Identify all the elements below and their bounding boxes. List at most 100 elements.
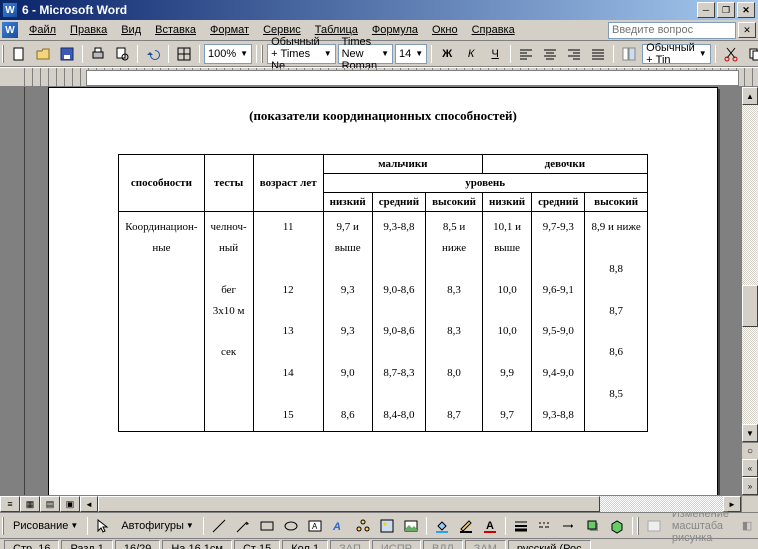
vscroll-track[interactable] (742, 105, 758, 424)
copy-button[interactable] (744, 43, 758, 65)
menu-bar: W Файл Правка Вид Вставка Формат Сервис … (0, 20, 758, 41)
menu-file[interactable]: Файл (22, 22, 63, 38)
align-left-button[interactable] (515, 43, 537, 65)
wordart-button[interactable]: A (328, 515, 350, 537)
status-rec[interactable]: ЗАП (330, 540, 370, 549)
zoom-value: 100% (208, 48, 236, 60)
maximize-button[interactable]: ❐ (717, 2, 735, 18)
style-value: Обычный + Times Ne (271, 36, 320, 72)
cell-age: 11 12 13 14 15 (253, 212, 323, 432)
menu-view[interactable]: Вид (114, 22, 148, 38)
horizontal-ruler[interactable] (0, 67, 758, 87)
hscroll-thumb[interactable] (98, 496, 600, 512)
table-row: Координацион- ные челноч- ный бег 3х10 м… (119, 212, 647, 432)
th-girls: девочки (483, 155, 648, 174)
prev-page-button[interactable]: « (742, 459, 758, 477)
open-button[interactable] (32, 43, 54, 65)
underline-button[interactable]: Ч (484, 43, 506, 65)
align-right-button[interactable] (563, 43, 585, 65)
scroll-down-button[interactable]: ▼ (742, 424, 758, 442)
draw-menu-button[interactable]: Рисование▼ (8, 517, 83, 535)
vertical-ruler[interactable] (0, 87, 25, 495)
pic-tool-1[interactable]: ◧ (736, 515, 758, 537)
web-view-button[interactable]: ▦ (20, 496, 40, 512)
normal-view-button[interactable]: ≡ (0, 496, 20, 512)
textbox-button[interactable]: A (304, 515, 326, 537)
status-ovr[interactable]: ЗАМ (465, 540, 506, 549)
hscroll-track[interactable] (98, 496, 723, 512)
print-preview-button[interactable] (111, 43, 133, 65)
font-value: Times New Roman (342, 36, 377, 72)
status-ext[interactable]: ВДЛ (423, 540, 463, 549)
th-level: уровень (323, 174, 647, 193)
horizontal-scrollbar[interactable]: ≡ ▦ ▤ ▣ ◄ ► (0, 495, 758, 513)
print-button[interactable] (87, 43, 109, 65)
dash-style-button[interactable] (534, 515, 556, 537)
font-size-combo[interactable]: 14 ▼ (395, 44, 427, 64)
font-combo[interactable]: Times New Roman ▼ (338, 44, 393, 64)
font-color-button[interactable]: A (479, 515, 501, 537)
oval-button[interactable] (280, 515, 302, 537)
fill-color-button[interactable] (431, 515, 453, 537)
outline-view-button[interactable]: ▣ (60, 496, 80, 512)
menu-format[interactable]: Формат (203, 22, 256, 38)
line-button[interactable] (208, 515, 230, 537)
drawbar-grip[interactable] (2, 517, 4, 535)
scroll-up-button[interactable]: ▲ (742, 87, 758, 105)
svg-text:A: A (486, 520, 494, 532)
print-layout-view-button[interactable]: ▤ (40, 496, 60, 512)
status-line: Ст 15 (234, 540, 280, 549)
rectangle-button[interactable] (256, 515, 278, 537)
menu-edit[interactable]: Правка (63, 22, 114, 38)
select-objects-button[interactable] (92, 515, 114, 537)
browse-object-button[interactable]: ○ (742, 442, 758, 459)
shadow-button[interactable] (582, 515, 604, 537)
doc-close-button[interactable]: ✕ (738, 22, 756, 38)
minimize-button[interactable]: ─ (697, 2, 715, 18)
cut-button[interactable] (720, 43, 742, 65)
status-pages: 16/29 (115, 540, 161, 549)
zoom-combo[interactable]: 100% ▼ (204, 44, 252, 64)
style2-combo[interactable]: Обычный + Tin ▼ (642, 44, 711, 64)
standard-toolbar: 100% ▼ Обычный + Times Ne ▼ Times New Ro… (0, 41, 758, 67)
line-color-button[interactable] (455, 515, 477, 537)
page[interactable]: (показатели координационных способностей… (48, 87, 718, 495)
cell-test: челноч- ный бег 3х10 м сек (204, 212, 253, 432)
clipart-button[interactable] (376, 515, 398, 537)
document-viewport[interactable]: (показатели координационных способностей… (25, 87, 741, 495)
vertical-scrollbar[interactable]: ▲ ▼ ○ « » (741, 87, 758, 495)
line-style-button[interactable] (510, 515, 532, 537)
autoshapes-button[interactable]: Автофигуры▼ (116, 517, 199, 535)
status-page: Стр. 16 (4, 540, 59, 549)
menu-window[interactable]: Окно (425, 22, 465, 38)
vscroll-thumb[interactable] (742, 285, 758, 327)
undo-button[interactable] (142, 43, 164, 65)
toolbar-grip-2[interactable] (261, 45, 263, 63)
scroll-left-button[interactable]: ◄ (80, 496, 98, 512)
save-button[interactable] (56, 43, 78, 65)
align-justify-button[interactable] (587, 43, 609, 65)
picturebar-grip[interactable] (637, 517, 639, 535)
ask-question-input[interactable] (608, 22, 736, 39)
toolbar-grip[interactable] (2, 45, 4, 63)
next-page-button[interactable]: » (742, 477, 758, 495)
close-button[interactable]: ✕ (737, 2, 755, 18)
menu-help[interactable]: Справка (465, 22, 522, 38)
tables-borders-button[interactable] (173, 43, 195, 65)
insert-picture-button[interactable] (400, 515, 422, 537)
align-center-button[interactable] (539, 43, 561, 65)
menu-insert[interactable]: Вставка (148, 22, 203, 38)
style-combo[interactable]: Обычный + Times Ne ▼ (267, 44, 336, 64)
diagram-button[interactable] (352, 515, 374, 537)
status-trk[interactable]: ИСПР (372, 540, 421, 549)
arrow-style-button[interactable] (558, 515, 580, 537)
new-doc-button[interactable] (8, 43, 30, 65)
formatting-pane-button[interactable] (618, 43, 640, 65)
italic-button[interactable]: К (460, 43, 482, 65)
status-lang[interactable]: русский (Рос (508, 540, 591, 549)
3d-button[interactable] (606, 515, 628, 537)
arrow-button[interactable] (232, 515, 254, 537)
svg-text:A: A (312, 522, 318, 531)
insert-picture2-button[interactable] (643, 515, 665, 537)
bold-button[interactable]: Ж (436, 43, 458, 65)
